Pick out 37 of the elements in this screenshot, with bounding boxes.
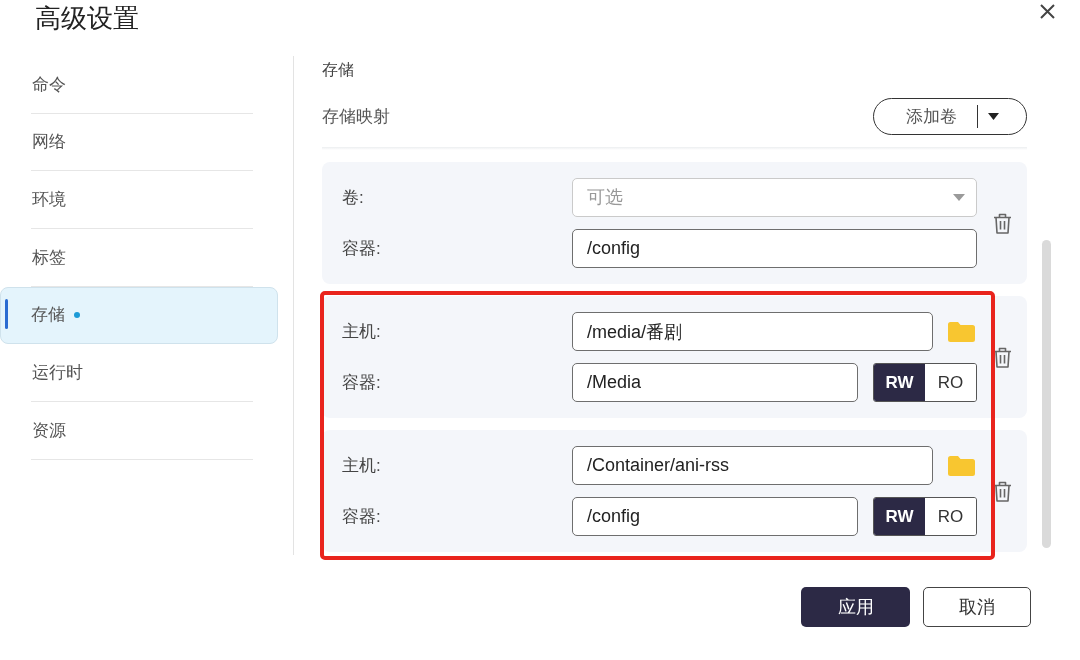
dialog-title: 高级设置 [35, 2, 139, 35]
caret-icon [988, 112, 999, 120]
sidebar-item[interactable]: 标签 [0, 228, 278, 287]
host-path-field[interactable]: /media/番剧 [572, 312, 933, 351]
field-label: 容器: [342, 372, 382, 394]
section-title: 存储 [322, 60, 354, 80]
sidebar-item[interactable]: 运行时 [0, 344, 278, 402]
field-label: 主机: [342, 455, 382, 477]
trash-icon[interactable] [992, 212, 1012, 234]
access-option[interactable]: RW [874, 364, 925, 401]
field-label: 容器: [342, 506, 382, 528]
field-label: 卷: [342, 187, 365, 209]
sidebar-item[interactable]: 资源 [0, 401, 278, 460]
active-bar-icon [5, 298, 8, 330]
apply-button[interactable]: 应用 [801, 587, 910, 627]
container-path-field[interactable]: /Media [572, 363, 858, 402]
access-option[interactable]: RO [925, 364, 976, 401]
add-volume-button[interactable]: 添加卷 [874, 98, 977, 134]
trash-icon[interactable] [992, 480, 1012, 502]
cancel-button[interactable]: 取消 [923, 587, 1031, 627]
trash-icon[interactable] [992, 346, 1012, 368]
volume-select[interactable]: 可选 [572, 178, 977, 217]
sidebar-item[interactable]: 命令 [0, 56, 278, 114]
host-path-field[interactable]: /Container/ani-rss [572, 446, 933, 485]
mapping-label: 存储映射 [322, 105, 390, 128]
field-label: 容器: [342, 238, 382, 260]
container-path-field[interactable]: /config [572, 229, 977, 268]
access-option[interactable]: RO [925, 498, 976, 535]
close-icon[interactable] [1040, 4, 1055, 19]
caret-icon [953, 194, 965, 201]
sidebar-item[interactable]: 网络 [0, 113, 278, 172]
scrollbar[interactable] [1042, 240, 1051, 548]
sidebar-item[interactable]: 存储 [0, 286, 278, 345]
field-label: 主机: [342, 321, 382, 343]
container-path-field[interactable]: /config [572, 497, 858, 536]
access-option[interactable]: RW [874, 498, 925, 535]
sidebar-item[interactable]: 环境 [0, 171, 278, 229]
